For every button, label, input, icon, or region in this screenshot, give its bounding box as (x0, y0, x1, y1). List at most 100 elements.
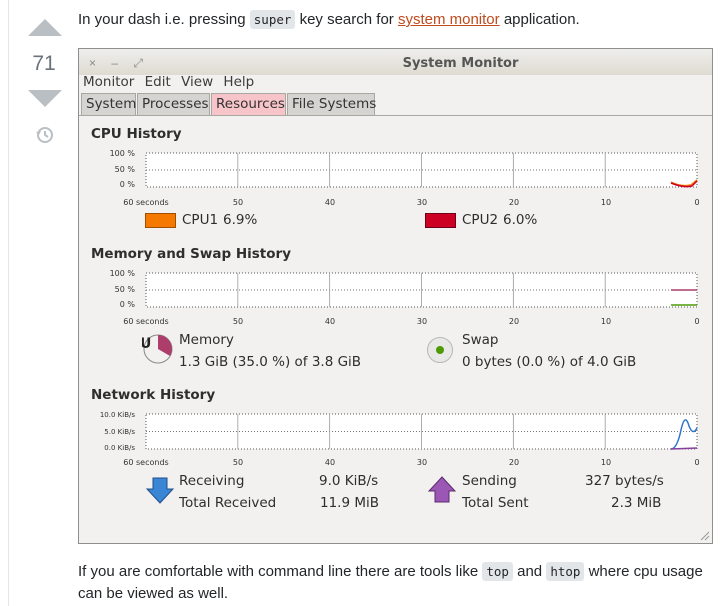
upvote-arrow-icon[interactable] (28, 19, 62, 36)
vote-column: 71 (18, 0, 70, 200)
menu-view[interactable]: View (181, 74, 213, 90)
sending-arrow-icon (427, 476, 457, 503)
cpu2-value: 6.0% (503, 212, 538, 228)
net-xtick-10: 10 (601, 458, 611, 467)
receiving-arrow-icon (145, 477, 175, 504)
tab-file-systems[interactable]: File Systems (287, 93, 376, 116)
cpu-ytick-100: 100 % (110, 149, 136, 158)
cpu-history-chart: 100 % 50 % 0 % 60 seconds 50 40 30 20 10… (91, 147, 701, 207)
intro-text-3: application. (499, 11, 580, 28)
mem-ytick-0: 0 % (120, 300, 136, 309)
total-sent-label: Total Sent (462, 495, 529, 511)
total-received-label: Total Received (179, 495, 277, 511)
net-xtick-60: 60 seconds (123, 458, 168, 467)
page-left-border (8, 0, 9, 606)
answer-outro-text: If you are comfortable with command line… (78, 561, 718, 605)
cpu-ytick-0: 0 % (120, 180, 136, 189)
net-xtick-50: 50 (233, 458, 243, 467)
net-xtick-30: 30 (417, 458, 427, 467)
menu-monitor[interactable]: Monitor (83, 74, 134, 90)
svg-text:U: U (142, 336, 151, 352)
system-monitor-link[interactable]: system monitor (398, 11, 500, 28)
cpu1-value: 6.9% (223, 212, 258, 228)
network-chart-svg: 10.0 KiB/s 5.0 KiB/s 0.0 KiB/s 60 second… (100, 411, 700, 467)
intro-text-1: In your dash i.e. pressing (78, 11, 250, 28)
tab-panel-border (79, 115, 712, 116)
mem-xtick-10: 10 (601, 317, 611, 326)
cpu1-label: CPU1 (182, 212, 219, 228)
cpu2-swatch[interactable] (425, 213, 456, 228)
memory-history-chart: 100 % 50 % 0 % 60 seconds 50 40 30 20 10… (91, 267, 701, 327)
window-titlebar: × – ⤢ System Monitor (79, 49, 712, 75)
cpu-ytick-50: 50 % (115, 165, 136, 174)
vote-count: 71 (32, 52, 56, 75)
net-xticks: 60 seconds 50 40 30 20 10 0 (123, 458, 699, 467)
cpu-xtick-50: 50 (233, 198, 243, 207)
menubar: Monitor Edit View Help (83, 74, 260, 92)
net-ytick-0: 0.0 KiB/s (104, 444, 135, 452)
tab-system[interactable]: System (81, 93, 136, 116)
cpu-xtick-40: 40 (325, 198, 335, 207)
network-history-title: Network History (91, 387, 216, 403)
mem-xtick-40: 40 (325, 317, 335, 326)
mem-xtick-20: 20 (509, 317, 519, 326)
mem-xtick-60: 60 seconds (123, 317, 168, 326)
history-icon[interactable] (35, 125, 55, 145)
memory-chart-svg: 100 % 50 % 0 % 60 seconds 50 40 30 20 10… (110, 269, 700, 326)
sending-value: 327 bytes/s (585, 473, 664, 489)
cpu1-swatch[interactable] (145, 213, 176, 228)
cpu-history-title: CPU History (91, 126, 182, 142)
mem-xtick-50: 50 (233, 317, 243, 326)
total-received-value: 11.9 MiB (320, 495, 380, 511)
cpu-xtick-30: 30 (417, 198, 427, 207)
memory-label: Memory (179, 332, 234, 348)
net-ytick-10: 10.0 KiB/s (100, 411, 136, 419)
cpu-xticks: 60 seconds 50 40 30 20 10 0 (123, 198, 699, 207)
swap-dot (436, 346, 444, 354)
tab-processes[interactable]: Processes (137, 93, 210, 116)
mem-xtick-0: 0 (694, 317, 699, 326)
answer-intro-text: In your dash i.e. pressing super key sea… (78, 9, 718, 31)
tab-resources[interactable]: Resources (211, 93, 286, 116)
memory-history-title: Memory and Swap History (91, 246, 291, 262)
memory-pie-icon[interactable]: U (142, 333, 174, 365)
inline-code-super: super (249, 10, 296, 29)
cpu2-label: CPU2 (462, 212, 499, 228)
swap-value: 0 bytes (0.0 %) of 4.0 GiB (462, 354, 637, 370)
mem-ytick-100: 100 % (110, 269, 136, 278)
window-title: System Monitor (402, 56, 519, 71)
mem-xtick-30: 30 (417, 317, 427, 326)
cpu-grid (145, 152, 698, 188)
net-xtick-0: 0 (694, 458, 699, 467)
system-monitor-screenshot: × – ⤢ System Monitor Monitor Edit View H… (78, 48, 713, 544)
memory-grid (145, 272, 698, 308)
inline-code-top: top (482, 562, 513, 581)
outro-text-2: and (512, 563, 547, 580)
receiving-value: 9.0 KiB/s (319, 473, 379, 489)
cpu-chart-svg: 100 % 50 % 0 % 60 seconds 50 40 30 20 10… (110, 149, 700, 207)
swap-pie-icon[interactable] (427, 337, 453, 363)
receiving-label: Receiving (179, 473, 245, 489)
inline-code-htop: htop (546, 562, 585, 581)
network-history-chart: 10.0 KiB/s 5.0 KiB/s 0.0 KiB/s 60 second… (91, 408, 701, 468)
net-xtick-40: 40 (325, 458, 335, 467)
cpu-xtick-60: 60 seconds (123, 198, 168, 207)
cpu-xtick-0: 0 (694, 198, 699, 207)
downvote-arrow-icon[interactable] (28, 90, 62, 107)
total-sent-value: 2.3 MiB (611, 495, 662, 511)
net-ytick-5: 5.0 KiB/s (104, 428, 135, 436)
sending-line (670, 447, 698, 450)
cpu-xtick-10: 10 (601, 198, 611, 207)
outro-text-1: If you are comfortable with command line… (78, 563, 483, 580)
mem-ytick-50: 50 % (115, 285, 136, 294)
resize-grip-icon[interactable] (698, 529, 710, 541)
menu-edit[interactable]: Edit (145, 74, 171, 90)
mem-xticks: 60 seconds 50 40 30 20 10 0 (123, 317, 699, 326)
intro-text-2: key search for (295, 11, 398, 28)
cpu-xtick-20: 20 (509, 198, 519, 207)
net-xtick-20: 20 (509, 458, 519, 467)
sending-label: Sending (462, 473, 517, 489)
swap-label: Swap (462, 332, 499, 348)
menu-help[interactable]: Help (223, 74, 254, 90)
network-grid (145, 413, 698, 450)
